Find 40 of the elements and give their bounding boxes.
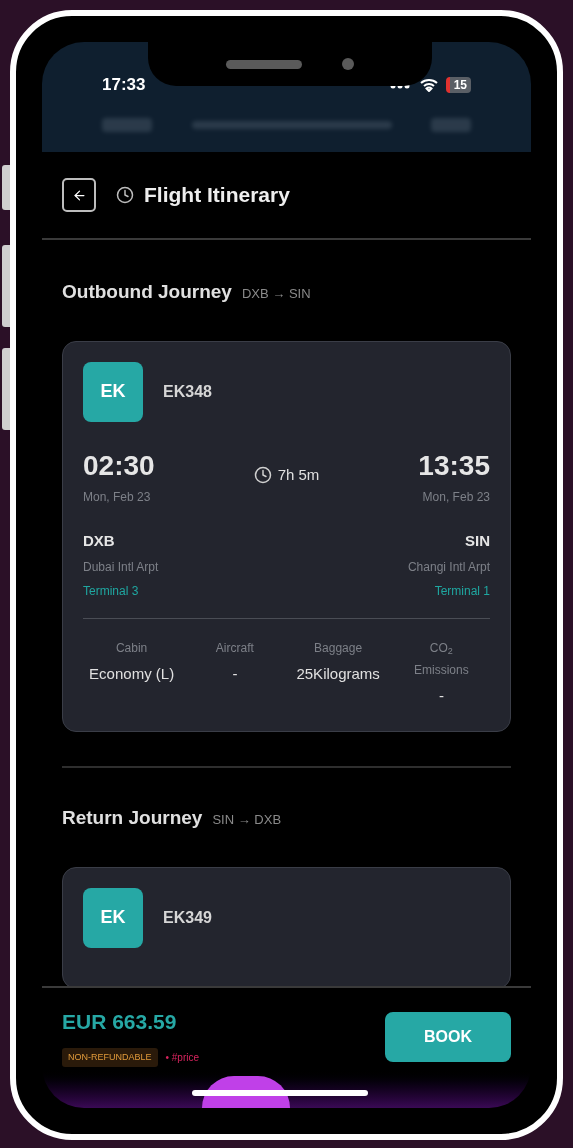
back-button[interactable]	[62, 178, 96, 212]
wifi-icon	[419, 77, 438, 92]
detail-value: -	[437, 686, 445, 706]
flight-duration: 7h 5m	[277, 464, 320, 485]
departure-time: 02:30	[83, 449, 155, 482]
route-label: SIN → DXB	[212, 811, 282, 829]
airport-code: SIN	[465, 530, 490, 551]
clock-icon	[116, 186, 134, 204]
detail-value: Economy (L)	[88, 664, 176, 684]
airport-name: Dubai Intl Arpt	[83, 559, 159, 576]
terminal-label: Terminal 1	[434, 583, 490, 600]
arrival-time: 13:35	[418, 449, 490, 482]
departure-date: Mon, Feb 23	[83, 488, 152, 506]
detail-value: 25Kilograms	[295, 664, 381, 684]
flight-number: EK349	[163, 907, 212, 928]
clock-icon	[253, 465, 272, 484]
detail-label: CO$_{2}$ Emissions	[413, 640, 470, 679]
status-time: 17:33	[102, 74, 146, 96]
arrival-date: Mon, Feb 23	[422, 488, 490, 506]
page-title: Flight Itinerary	[144, 182, 290, 209]
airline-logo: EK	[83, 887, 143, 948]
camera-icon	[342, 58, 354, 70]
detail-value: -	[231, 664, 239, 684]
book-button[interactable]: BOOK	[385, 1011, 511, 1062]
fare-tag: NON-REFUNDABLE	[62, 1047, 158, 1067]
airline-logo: EK	[83, 361, 143, 422]
battery-level: 15	[445, 76, 471, 93]
detail-label: Baggage	[313, 640, 364, 657]
airport-name: Changi Intl Arpt	[407, 559, 490, 576]
detail-label: Aircraft	[214, 640, 255, 657]
terminal-label: Terminal 3	[83, 583, 139, 600]
section-title: Return Journey	[62, 806, 203, 830]
speaker-icon	[226, 59, 302, 69]
price-note: • #price	[165, 1050, 200, 1065]
section-title: Outbound Journey	[62, 280, 232, 304]
detail-label: Cabin	[114, 640, 149, 657]
airport-code: DXB	[83, 530, 115, 551]
route-label: DXB → SIN	[241, 285, 311, 303]
total-price: EUR 663.59	[62, 1009, 178, 1035]
flight-number: EK348	[163, 381, 212, 402]
